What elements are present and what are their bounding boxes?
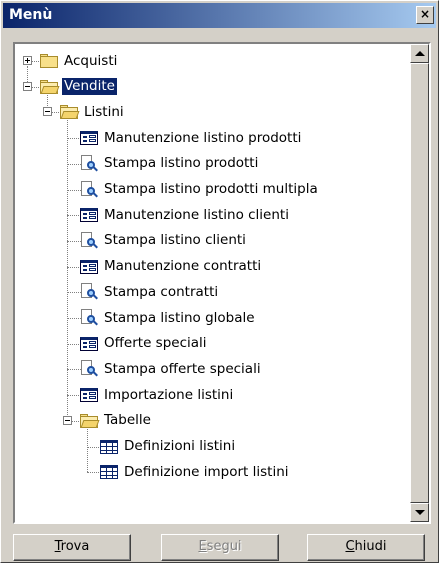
menu-tree: Acquisti Vendite Listini Manutenzione listi…	[15, 44, 410, 522]
arrow-down-icon	[415, 510, 425, 515]
print-icon	[80, 283, 98, 301]
form-icon	[80, 259, 98, 274]
print-icon	[80, 231, 98, 250]
expand-toggle-icon[interactable]	[23, 56, 32, 65]
folder-open-icon	[80, 413, 100, 428]
tree-item-label: Importazione listini	[104, 386, 234, 403]
print-icon	[80, 309, 98, 327]
tree-connector-line	[67, 318, 81, 319]
esegui-button[interactable]: Esegui	[161, 534, 279, 561]
tree-item-vendite[interactable]: Vendite	[40, 76, 118, 98]
tree-item-stampa-listino-clienti[interactable]: Stampa listino clienti	[80, 230, 248, 252]
table-icon	[100, 439, 118, 454]
tree-connector-line	[67, 163, 81, 165]
tree-item-manutenzione-contratti[interactable]: Manutenzione contratti	[80, 256, 263, 278]
collapse-toggle-icon[interactable]	[43, 107, 52, 117]
tree-connector-line	[67, 395, 81, 397]
collapse-toggle-icon[interactable]	[63, 415, 72, 425]
tree-connector-line	[87, 426, 88, 473]
vertical-scrollbar[interactable]	[410, 44, 429, 522]
form-icon	[80, 336, 98, 351]
tree-item-label: Manutenzione listino clienti	[104, 206, 289, 223]
tree-connector-line	[27, 66, 28, 82]
title-bar[interactable]: Menù ×	[3, 3, 436, 28]
menu-tree-panel: Acquisti Vendite Listini Manutenzione listi…	[13, 42, 431, 524]
print-icon	[80, 154, 98, 173]
tree-connector-line	[67, 215, 81, 217]
tree-item-stampa-listino-prodotti-multipla[interactable]: Stampa listino prodotti multipla	[80, 179, 320, 201]
tree-item-label: Manutenzione listino prodotti	[104, 129, 302, 146]
tree-item-label: Stampa offerte speciali	[104, 360, 261, 377]
tree-connector-line	[67, 266, 81, 268]
tree-item-label: Stampa contratti	[104, 283, 219, 300]
tree-item-label: Stampa listino prodotti	[104, 155, 259, 172]
tree-item-label: Stampa listino prodotti multipla	[104, 181, 318, 197]
folder-icon	[40, 54, 58, 68]
scroll-down-button[interactable]	[410, 503, 429, 522]
tree-item-acquisti[interactable]: Acquisti	[40, 50, 119, 72]
tree-item-stampa-contratti[interactable]: Stampa contratti	[80, 281, 220, 303]
folder-open-icon	[40, 79, 60, 94]
tree-item-tabelle[interactable]: Tabelle	[80, 410, 153, 432]
tree-item-label: Listini	[84, 103, 124, 120]
tree-item-definizione-import-listini[interactable]: Definizione import listini	[100, 461, 291, 483]
tree-item-label: Vendite	[61, 77, 118, 97]
tree-item-listini[interactable]: Listini	[60, 101, 126, 123]
form-icon	[80, 131, 98, 146]
chiudi-access-key: C	[345, 539, 355, 554]
tree-item-manutenzione-listino-clienti[interactable]: Manutenzione listino clienti	[80, 204, 291, 226]
tree-item-label: Definizione import listini	[124, 463, 289, 480]
tree-connector-line	[67, 189, 81, 191]
tree-item-label: Definizioni listini	[124, 438, 236, 454]
tree-connector-line	[87, 446, 101, 448]
esegui-label: segui	[206, 539, 242, 554]
tree-connector-line	[67, 292, 81, 294]
scroll-up-button[interactable]	[410, 44, 429, 63]
window-title: Menù	[9, 7, 53, 23]
tree-item-stampa-listino-globale[interactable]: Stampa listino globale	[80, 307, 257, 329]
close-icon: ×	[419, 7, 431, 21]
arrow-up-icon	[415, 51, 425, 56]
table-icon	[100, 465, 118, 480]
folder-open-icon	[60, 105, 80, 120]
tree-item-stampa-listino-prodotti[interactable]: Stampa listino prodotti	[80, 153, 260, 175]
chiudi-button[interactable]: Chiudi	[307, 534, 425, 561]
tree-item-label: Stampa listino clienti	[104, 232, 246, 249]
collapse-toggle-icon[interactable]	[23, 81, 32, 91]
tree-connector-line	[67, 369, 81, 371]
form-icon	[80, 208, 98, 223]
close-button[interactable]: ×	[416, 6, 434, 24]
scrollbar-thumb[interactable]	[410, 63, 429, 503]
tree-item-importazione-listini[interactable]: Importazione listini	[80, 384, 235, 406]
tree-connector-line	[87, 472, 101, 474]
tree-connector-line	[67, 343, 81, 345]
tree-connector-line	[67, 240, 81, 242]
tree-item-label: Offerte speciali	[104, 335, 207, 352]
tree-item-label: Tabelle	[104, 412, 151, 429]
tree-item-label: Acquisti	[64, 52, 118, 69]
tree-item-offerte-speciali[interactable]: Offerte speciali	[80, 333, 209, 355]
print-icon	[80, 180, 98, 199]
menu-window: Menù × Acquisti Vendite Listini Manutenzion…	[0, 0, 439, 563]
form-icon	[80, 388, 98, 403]
tree-item-manutenzione-listino-prodotti[interactable]: Manutenzione listino prodotti	[80, 127, 303, 149]
tree-item-label: Stampa listino globale	[104, 309, 255, 326]
trova-label: rova	[60, 539, 90, 554]
print-icon	[80, 360, 98, 378]
trova-button[interactable]: Trova	[13, 534, 131, 561]
esegui-access-key: E	[198, 539, 207, 554]
tree-item-label: Manutenzione contratti	[104, 258, 262, 275]
tree-item-stampa-offerte-speciali[interactable]: Stampa offerte speciali	[80, 358, 263, 380]
chiudi-label: hiudi	[354, 539, 387, 554]
tree-item-definizioni-listini[interactable]: Definizioni listini	[100, 436, 237, 458]
tree-connector-line	[67, 138, 81, 140]
